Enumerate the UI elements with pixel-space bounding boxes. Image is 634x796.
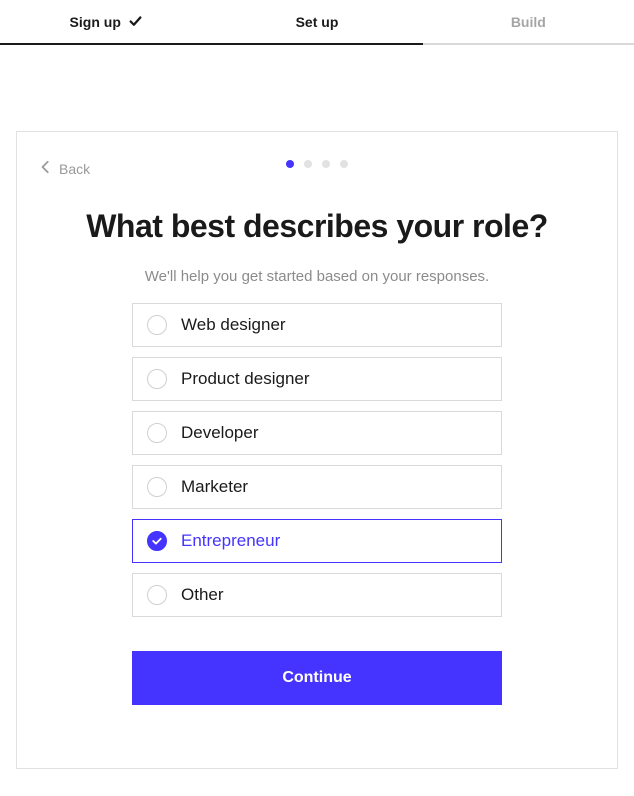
progress-dot xyxy=(322,160,330,168)
option-label: Developer xyxy=(181,423,259,443)
radio-check-icon xyxy=(147,531,167,551)
option-label: Product designer xyxy=(181,369,310,389)
onboarding-panel: Back What best describes your role? We'l… xyxy=(16,131,618,769)
page-subtitle: We'll help you get started based on your… xyxy=(37,268,597,285)
step-sign-up[interactable]: Sign up xyxy=(0,0,211,45)
option-label: Other xyxy=(181,585,224,605)
option-label: Web designer xyxy=(181,315,286,335)
radio-icon xyxy=(147,315,167,335)
step-build[interactable]: Build xyxy=(423,0,634,45)
radio-icon xyxy=(147,585,167,605)
step-set-up[interactable]: Set up xyxy=(211,0,422,45)
option-entrepreneur[interactable]: Entrepreneur xyxy=(132,519,502,563)
progress-dots xyxy=(286,160,348,168)
page-title: What best describes your role? xyxy=(77,206,557,246)
step-label: Build xyxy=(511,14,546,30)
option-label: Marketer xyxy=(181,477,248,497)
radio-icon xyxy=(147,423,167,443)
chevron-left-icon xyxy=(39,160,53,177)
option-product-designer[interactable]: Product designer xyxy=(132,357,502,401)
check-icon xyxy=(129,15,142,31)
option-web-designer[interactable]: Web designer xyxy=(132,303,502,347)
option-developer[interactable]: Developer xyxy=(132,411,502,455)
option-marketer[interactable]: Marketer xyxy=(132,465,502,509)
back-label: Back xyxy=(59,161,90,177)
step-label: Sign up xyxy=(70,14,121,30)
back-button[interactable]: Back xyxy=(39,160,90,177)
role-options: Web designer Product designer Developer … xyxy=(132,303,502,617)
radio-icon xyxy=(147,369,167,389)
stepper: Sign up Set up Build xyxy=(0,0,634,45)
radio-icon xyxy=(147,477,167,497)
step-label: Set up xyxy=(296,14,339,30)
progress-dot xyxy=(304,160,312,168)
panel-header: Back xyxy=(37,160,597,168)
progress-dot xyxy=(286,160,294,168)
continue-button[interactable]: Continue xyxy=(132,651,502,705)
progress-dot xyxy=(340,160,348,168)
option-other[interactable]: Other xyxy=(132,573,502,617)
option-label: Entrepreneur xyxy=(181,531,280,551)
